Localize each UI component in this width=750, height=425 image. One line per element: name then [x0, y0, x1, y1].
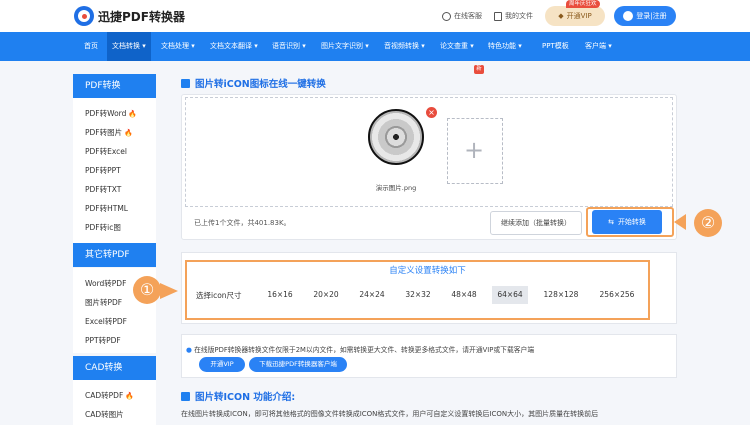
nav-client-label: 客户端	[585, 42, 606, 50]
open-vip-button[interactable]: 开通VIP	[199, 357, 245, 372]
size-option-48[interactable]: 48×48	[446, 286, 482, 304]
nav-paper-check-label: 论文查重	[440, 42, 468, 50]
image-icon	[181, 391, 190, 401]
marker-2-arrow	[674, 214, 686, 230]
login-label: 登录|注册	[636, 12, 667, 20]
sidebar-item-image-pdf[interactable]: 图片转PDF	[85, 297, 122, 308]
icon-size-label: 选择icon尺寸	[196, 291, 242, 300]
page-title: 图片转iCON图标在线一键转换	[181, 76, 326, 90]
nav-client[interactable]: 客户端 ▾	[585, 32, 612, 61]
start-convert-label: 开始转换	[617, 218, 646, 226]
sidebar-item-pdf-image[interactable]: PDF转图片 🔥	[85, 127, 133, 138]
size-option-64-selected[interactable]: 64×64	[492, 286, 528, 304]
size-option-24[interactable]: 24×24	[354, 286, 390, 304]
nav-doc-process-label: 文档处理	[161, 42, 189, 50]
sidebar-item-pdf-ppt[interactable]: PDF转PPT	[85, 165, 121, 176]
logo-text: 迅捷PDF转换器	[98, 9, 185, 24]
intro-text: 在线图片转换成ICON，即可将其他格式的图像文件转换成ICON格式文件，用户可自…	[181, 410, 599, 418]
upload-status: 已上传1个文件，共401.83K。	[194, 219, 291, 227]
sidebar-item-excel-pdf[interactable]: Excel转PDF	[85, 316, 127, 327]
step-marker-1: ①	[133, 276, 161, 304]
logo[interactable]: 迅捷PDF转换器	[74, 6, 185, 26]
nav-translate[interactable]: 文档文本翻译 ▾	[210, 32, 258, 61]
top-header: 迅捷PDF转换器 在线客服 我的文件 ◆ 开通VIP 周年庆狂欢 登录|注册	[0, 0, 750, 32]
vip-button[interactable]: ◆ 开通VIP	[545, 6, 605, 26]
uploaded-image-thumbnail	[368, 109, 424, 165]
nav-voice[interactable]: 语音识别 ▾	[272, 32, 306, 61]
main-nav: 首页 文档转换 ▾ 文档处理 ▾ 文档文本翻译 ▾ 语音识别 ▾ 图片文字识别 …	[0, 32, 750, 74]
nav-media-label: 音视频转换	[384, 42, 419, 50]
nav-translate-label: 文档文本翻译	[210, 42, 252, 50]
settings-title: 自定义设置转换如下	[389, 266, 466, 276]
sidebar-item-pdf-word[interactable]: PDF转Word 🔥	[85, 108, 137, 119]
my-files-link[interactable]: 我的文件	[494, 11, 533, 21]
sidebar-item-cad-image[interactable]: CAD转图片	[85, 409, 124, 420]
headset-icon	[442, 11, 451, 21]
marker-1-arrow	[160, 283, 178, 299]
size-option-20[interactable]: 20×20	[308, 286, 344, 304]
user-icon	[623, 11, 634, 21]
notice-message: 在线版PDF转换器转换文件仅限于2M以内文件，如需转换更大文件、转换更多格式文件…	[194, 346, 535, 354]
size-option-16[interactable]: 16×16	[262, 286, 298, 304]
notice-text: ● 在线版PDF转换器转换文件仅限于2M以内文件，如需转换更大文件、转换更多格式…	[186, 344, 534, 354]
nav-doc-process[interactable]: 文档处理 ▾	[161, 32, 195, 61]
promo-badge: 周年庆狂欢	[566, 0, 600, 8]
sidebar-group-to-pdf[interactable]: 其它转PDF	[73, 243, 156, 267]
intro-title-text: 图片转ICON 功能介绍:	[195, 392, 296, 403]
nav-media[interactable]: 音视频转换 ▾	[384, 32, 425, 61]
customer-service-link[interactable]: 在线客服	[442, 11, 482, 21]
sidebar-item-label: PDF转图片	[85, 128, 123, 137]
download-client-button[interactable]: 下载迅捷PDF转换器客户端	[249, 357, 347, 372]
document-icon	[494, 11, 502, 21]
size-option-32[interactable]: 32×32	[400, 286, 436, 304]
size-option-128[interactable]: 128×128	[538, 286, 584, 304]
sidebar-group-pdf-convert[interactable]: PDF转换	[73, 74, 156, 98]
vip-label: 开通VIP	[566, 12, 592, 20]
plus-icon: +	[464, 136, 485, 164]
sidebar-item-label: CAD转PDF	[85, 391, 124, 400]
bullet-icon: ●	[186, 346, 192, 354]
file-name: 演示图片.png	[375, 184, 417, 192]
diamond-icon: ◆	[558, 12, 564, 20]
fire-icon: 🔥	[125, 392, 134, 400]
nav-features[interactable]: 特色功能 ▾	[488, 32, 522, 61]
nav-ocr-label: 图片文字识别	[321, 42, 363, 50]
nav-doc-convert-label: 文档转换	[112, 42, 140, 50]
new-badge: 新	[474, 65, 484, 74]
nav-ppt[interactable]: PPT模板	[542, 32, 569, 61]
sidebar-item-word-pdf[interactable]: Word转PDF	[85, 278, 126, 289]
start-convert-button[interactable]: ⇆ 开始转换	[592, 210, 662, 234]
nav-doc-convert[interactable]: 文档转换 ▾	[107, 32, 151, 61]
nav-features-label: 特色功能	[488, 42, 516, 50]
sidebar-group-cad[interactable]: CAD转换	[73, 356, 156, 380]
fire-icon: 🔥	[128, 110, 138, 118]
sidebar-item-pdf-excel[interactable]: PDF转Excel	[85, 146, 127, 157]
intro-title: 图片转ICON 功能介绍:	[181, 389, 295, 403]
sidebar-item-label: PDF转Word	[85, 109, 127, 118]
login-button[interactable]: 登录|注册	[614, 6, 676, 26]
nav-ocr[interactable]: 图片文字识别 ▾	[321, 32, 369, 61]
nav-paper-check[interactable]: 论文查重 ▾	[440, 32, 474, 61]
page-title-text: 图片转iCON图标在线一键转换	[195, 79, 326, 90]
logo-icon	[74, 6, 94, 26]
customer-service-label: 在线客服	[454, 12, 482, 20]
sidebar-item-pdf-txt[interactable]: PDF转TXT	[85, 184, 121, 195]
sidebar-item-pdf-html[interactable]: PDF转HTML	[85, 203, 128, 214]
nav-home[interactable]: 首页	[84, 32, 98, 61]
remove-file-icon[interactable]: ×	[426, 107, 437, 118]
sidebar-item-pdf-ic[interactable]: PDF转ic图	[85, 222, 121, 233]
convert-icon: ⇆	[608, 218, 614, 226]
my-files-label: 我的文件	[505, 12, 533, 20]
sidebar-item-cad-pdf[interactable]: CAD转PDF 🔥	[85, 390, 134, 401]
sidebar-item-ppt-pdf[interactable]: PPT转PDF	[85, 335, 121, 346]
size-option-256[interactable]: 256×256	[594, 286, 640, 304]
image-icon	[181, 78, 190, 88]
nav-voice-label: 语音识别	[272, 42, 300, 50]
fire-icon: 🔥	[124, 129, 133, 137]
step-marker-2: ②	[694, 209, 722, 237]
continue-add-button[interactable]: 继续添加（批量转换）	[490, 211, 582, 235]
